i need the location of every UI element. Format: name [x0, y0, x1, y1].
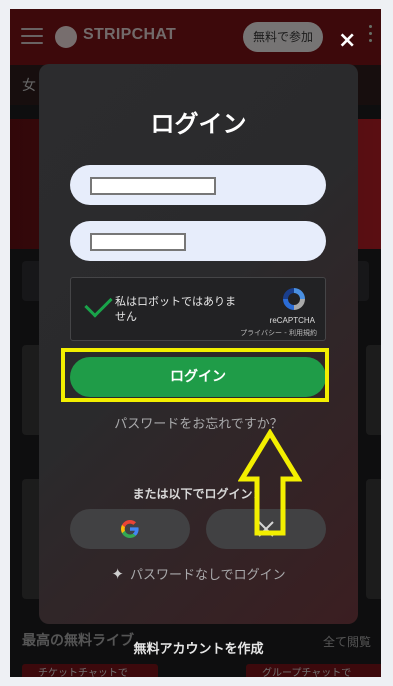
google-icon — [121, 520, 139, 538]
login-modal: ログイン 私はロボットではありません reCAPTCHA プライバシー - 利用… — [39, 64, 358, 657]
check-icon[interactable] — [84, 289, 113, 318]
passwordless-login-link[interactable]: ✦ パスワードなしでログイン — [39, 564, 358, 583]
close-icon[interactable]: × — [338, 30, 356, 52]
or-login-with-label: または以下でログイン： — [132, 487, 265, 501]
recaptcha-label: 私はロボットではありません — [115, 295, 236, 323]
username-field[interactable] — [70, 165, 326, 205]
forgot-password-link[interactable]: パスワードをお忘れですか？ — [39, 413, 358, 432]
passwordless-label: パスワードなしでログイン — [129, 568, 286, 583]
password-field[interactable] — [70, 221, 326, 261]
recaptcha-brand: reCAPTCHA — [269, 316, 315, 325]
app-screen: STRIPCHAT 無料で参加 女 最高の無料ライブ 全て閲覧 チケットチャット… — [10, 9, 381, 677]
recaptcha-widget[interactable]: 私はロボットではありません reCAPTCHA プライバシー - 利用規約 — [70, 277, 326, 341]
redacted-value — [90, 233, 186, 251]
recaptcha-icon — [283, 288, 305, 310]
sparkle-icon: ✦ — [111, 565, 124, 583]
modal-title: ログイン — [150, 110, 247, 138]
create-account-link[interactable]: 無料アカウントを作成 — [39, 638, 358, 657]
recaptcha-links[interactable]: プライバシー - 利用規約 — [240, 328, 317, 338]
redacted-value — [90, 177, 216, 195]
highlight-box — [61, 348, 329, 402]
up-arrow-annotation — [238, 429, 302, 536]
google-login-button[interactable] — [70, 509, 190, 549]
